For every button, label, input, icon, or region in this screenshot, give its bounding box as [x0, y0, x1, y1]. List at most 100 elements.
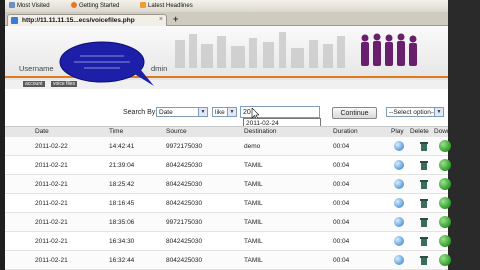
tab-bar: http://11.11.11.15...ecs/voicefiles.php …: [5, 12, 448, 26]
cell-source: 8042425030: [166, 200, 203, 207]
bookmark-label: Most Visited: [17, 3, 50, 9]
cell-source: 8042425030: [166, 257, 203, 264]
chevron-down-icon: ▼: [198, 108, 207, 116]
username-label: Username: [19, 64, 54, 73]
play-icon[interactable]: [394, 236, 404, 246]
nav-item-account[interactable]: account: [23, 81, 45, 87]
search-input-value: 20: [243, 109, 251, 116]
column-header-delete: Delete: [410, 128, 429, 135]
cell-destination: TAMIL: [244, 200, 263, 207]
trash-icon[interactable]: [419, 198, 429, 209]
cell-time: 18:25:42: [109, 181, 135, 188]
cell-time: 16:34:30: [109, 238, 135, 245]
table-row: 2011-02-21 16:32:44 8042425030 TAMIL 00:…: [5, 251, 451, 270]
cell-time: 14:42:41: [109, 143, 135, 150]
cell-duration: 00:04: [333, 181, 350, 188]
download-icon[interactable]: [439, 178, 451, 190]
table-row: 2011-02-21 18:35:06 9972175030 TAMIL 00:…: [5, 213, 451, 232]
operator-select[interactable]: like ▼: [212, 107, 237, 117]
cell-date: 2011-02-21: [35, 238, 68, 245]
play-icon[interactable]: [394, 160, 404, 170]
bookmark-label: Getting Started: [79, 3, 120, 9]
cell-date: 2011-02-22: [35, 143, 68, 150]
bookmark-icon: [9, 2, 15, 8]
column-header-duration[interactable]: Duration: [333, 128, 358, 135]
cell-destination: TAMIL: [244, 162, 263, 169]
play-icon[interactable]: [394, 217, 404, 227]
cell-duration: 00:04: [333, 219, 350, 226]
rss-icon: [140, 2, 146, 8]
play-icon[interactable]: [394, 255, 404, 265]
bookmark-label: Latest Headlines: [148, 3, 193, 9]
bookmark-getting-started[interactable]: Getting Started: [71, 2, 119, 9]
chevron-down-icon: ▼: [227, 108, 236, 116]
table-row: 2011-02-21 18:25:42 8042425030 TAMIL 00:…: [5, 175, 451, 194]
cell-destination: TAMIL: [244, 238, 263, 245]
table-row: 2011-02-21 16:34:30 8042425030 TAMIL 00:…: [5, 232, 451, 251]
trash-icon[interactable]: [419, 141, 429, 152]
cell-source: 9972175030: [166, 219, 203, 226]
download-icon[interactable]: [439, 140, 451, 152]
cell-duration: 00:04: [333, 200, 350, 207]
cell-duration: 00:04: [333, 238, 350, 245]
operator-value: like: [215, 109, 225, 116]
play-icon[interactable]: [394, 141, 404, 151]
annotation-balloon: [59, 41, 154, 86]
table-row: 2011-02-21 18:16:45 8042425030 TAMIL 00:…: [5, 194, 451, 213]
cell-destination: demo: [244, 143, 261, 150]
play-icon[interactable]: [394, 179, 404, 189]
browser-tab[interactable]: http://11.11.11.15...ecs/voicefiles.php …: [7, 14, 167, 26]
new-tab-plus-icon[interactable]: +: [173, 14, 178, 24]
trash-icon[interactable]: [419, 179, 429, 190]
trash-icon[interactable]: [419, 236, 429, 247]
trash-icon[interactable]: [419, 217, 429, 228]
cell-destination: TAMIL: [244, 181, 263, 188]
column-header-download: Down: [434, 128, 451, 135]
column-header-play: Play: [391, 128, 404, 135]
cell-duration: 00:04: [333, 143, 350, 150]
download-icon[interactable]: [439, 254, 451, 266]
tab-title: http://11.11.11.15...ecs/voicefiles.php: [22, 17, 135, 24]
cell-date: 2011-02-21: [35, 257, 68, 264]
close-icon[interactable]: ×: [159, 16, 163, 23]
chevron-down-icon: ▼: [434, 108, 443, 116]
cell-source: 8042425030: [166, 162, 203, 169]
cell-source: 9972175030: [166, 143, 203, 150]
cell-date: 2011-02-21: [35, 181, 68, 188]
cell-duration: 00:04: [333, 162, 350, 169]
continue-button[interactable]: Continue: [332, 107, 377, 119]
cell-date: 2011-02-21: [35, 219, 68, 226]
table-row: 2011-02-21 21:39:04 8042425030 TAMIL 00:…: [5, 156, 451, 175]
table-row: 2011-02-22 14:42:41 9972175030 demo 00:0…: [5, 137, 451, 156]
download-icon[interactable]: [439, 235, 451, 247]
column-header-source[interactable]: Source: [166, 128, 187, 135]
play-icon[interactable]: [394, 198, 404, 208]
cell-duration: 00:04: [333, 257, 350, 264]
cell-time: 18:35:06: [109, 219, 135, 226]
search-field-value: Date: [159, 109, 173, 116]
firefox-icon: [71, 2, 77, 8]
cell-date: 2011-02-21: [35, 200, 68, 207]
right-frame: [448, 0, 480, 270]
business-people-graphic: [361, 33, 417, 66]
column-header-date[interactable]: Date: [35, 128, 49, 135]
cell-date: 2011-02-21: [35, 162, 68, 169]
bookmark-most-visited[interactable]: Most Visited: [9, 2, 50, 9]
column-header-time[interactable]: Time: [109, 128, 123, 135]
column-header-destination[interactable]: Destination: [244, 128, 277, 135]
cell-time: 18:16:45: [109, 200, 135, 207]
download-icon[interactable]: [439, 197, 451, 209]
cell-time: 21:39:04: [109, 162, 135, 169]
action-select-value: --Select option--: [389, 109, 436, 116]
page-favicon-icon: [11, 17, 18, 24]
trash-icon[interactable]: [419, 255, 429, 266]
bookmark-latest-headlines[interactable]: Latest Headlines: [140, 2, 193, 9]
action-select[interactable]: --Select option-- ▼: [386, 107, 444, 117]
search-field-select[interactable]: Date ▼: [156, 107, 208, 117]
trash-icon[interactable]: [419, 160, 429, 171]
download-icon[interactable]: [439, 216, 451, 228]
cell-source: 8042425030: [166, 238, 203, 245]
cell-time: 16:32:44: [109, 257, 135, 264]
download-icon[interactable]: [439, 159, 451, 171]
cell-destination: TAMIL: [244, 257, 263, 264]
